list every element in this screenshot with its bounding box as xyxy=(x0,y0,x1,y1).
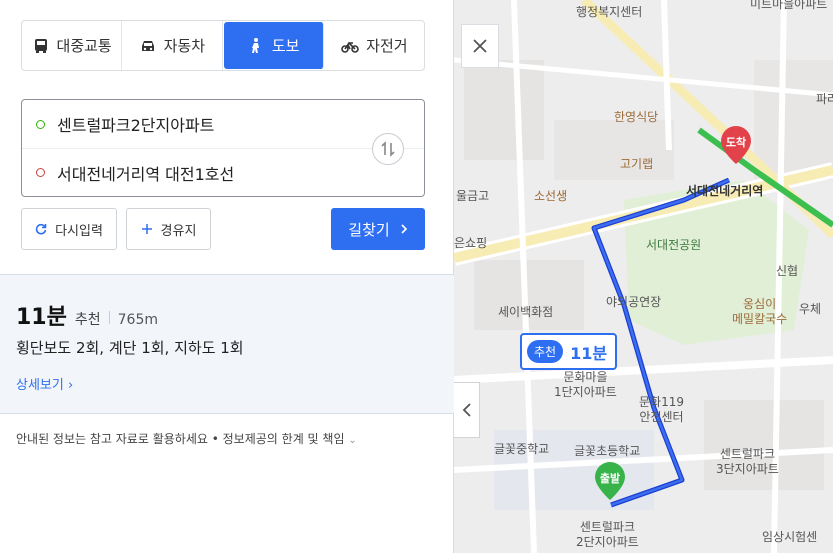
chevron-right-icon: › xyxy=(67,378,74,393)
badge-time: 11분 xyxy=(570,343,608,363)
map-label-para: 파라 xyxy=(816,92,833,106)
origin-pin[interactable]: 출발 xyxy=(594,462,626,502)
tab-label: 자동차 xyxy=(163,37,206,55)
end-value: 서대전네거리역 대전1호선 xyxy=(57,164,235,184)
start-dot-icon xyxy=(36,119,45,129)
result-summary: 11분 추천 765m xyxy=(16,299,158,331)
map-label-imsang: 임상시험센 xyxy=(762,530,818,544)
transport-mode-tabs: 대중교통 자동차 도보 자전거 xyxy=(21,20,425,71)
munhwa-line2: 1단지아파트 xyxy=(554,385,617,399)
walk-icon xyxy=(251,37,259,53)
chevron-left-icon xyxy=(462,403,471,417)
add-waypoint-button[interactable]: 경유지 xyxy=(126,208,211,250)
end-dot-icon xyxy=(36,168,45,177)
map-label-welfare: 행정복지센터 xyxy=(576,5,643,19)
origin-pin-label: 출발 xyxy=(599,472,621,485)
start-field[interactable]: 센트럴파크2단지아파트 xyxy=(22,100,424,148)
tab-transit[interactable]: 대중교통 xyxy=(22,21,123,70)
notice-text: 안내된 정보는 참고 자료로 활용하세요 xyxy=(16,432,208,446)
tab-car[interactable]: 자동차 xyxy=(122,21,223,70)
map-label-elem: 글꽃초등학교 xyxy=(574,444,641,458)
reset-button[interactable]: 다시입력 xyxy=(21,208,117,250)
map-label-park: 서대전공원 xyxy=(646,238,702,252)
disclaimer-link[interactable]: 정보제공의 한계 및 책임 xyxy=(223,432,345,446)
detail-link[interactable]: 상세보기 › xyxy=(16,374,73,393)
tab-walk[interactable]: 도보 xyxy=(223,22,324,69)
bullet-separator: • xyxy=(211,432,223,446)
search-label: 길찾기 xyxy=(348,220,390,239)
map-view[interactable]: 행정복지센터 미트마을아파트 한영식당 고기랩 서대전네거리역 울금고 소선생 … xyxy=(454,0,833,553)
central3-line2: 3단지아파트 xyxy=(716,462,779,476)
result-detail: 횡단보도 2회, 계단 1회, 지하도 1회 xyxy=(16,339,244,357)
tab-label: 대중교통 xyxy=(56,37,112,55)
fire-line2: 안전센터 xyxy=(639,410,684,424)
result-distance: 765m xyxy=(117,312,158,328)
map-label-shopping: 은쇼핑 xyxy=(454,236,488,250)
find-route-button[interactable]: 길찾기 xyxy=(331,208,425,250)
central2-line1: 센트럴파크 xyxy=(579,520,636,534)
divider xyxy=(108,311,110,324)
tab-label: 도보 xyxy=(271,37,300,55)
map-label-outdoor: 야외공연장 xyxy=(606,295,662,309)
map-label-middle: 글꽃중학교 xyxy=(494,442,550,456)
swap-arrows-icon xyxy=(381,141,395,157)
map-label-ongsim: 옹심이 메밀칼국수 xyxy=(732,297,787,327)
destination-pin-label: 도착 xyxy=(725,136,747,149)
map-label-uche: 우체 xyxy=(799,302,822,316)
fire-line1: 문화119 xyxy=(639,395,684,409)
car-icon xyxy=(141,40,154,51)
reset-label: 다시입력 xyxy=(55,223,103,239)
map-label-gogi: 고기랩 xyxy=(620,157,654,171)
swap-route-button[interactable] xyxy=(372,133,404,165)
route-result-card[interactable]: 11분 추천 765m 횡단보도 2회, 계단 1회, 지하도 1회 상세보기 … xyxy=(0,274,454,414)
ongsim-line1: 옹심이 xyxy=(743,297,777,311)
map-label-mart: 미트마을아파트 xyxy=(750,0,828,11)
map-label-sinhan: 신협 xyxy=(776,264,799,278)
detail-link-label: 상세보기 xyxy=(16,378,64,393)
plus-icon xyxy=(141,224,152,234)
waypoint-label: 경유지 xyxy=(160,223,197,239)
close-icon xyxy=(473,39,487,53)
refresh-icon xyxy=(35,223,47,235)
central3-line1: 센트럴파크 xyxy=(719,447,776,461)
destination-pin[interactable]: 도착 xyxy=(720,126,752,166)
route-input-box: 센트럴파크2단지아파트 서대전네거리역 대전1호선 xyxy=(21,99,425,197)
bus-icon xyxy=(34,38,47,53)
ongsim-line2: 메밀칼국수 xyxy=(732,312,788,326)
map-label-munhwa: 문화마을 1단지아파트 xyxy=(554,370,617,400)
map-label-sei: 세이백화점 xyxy=(498,305,554,319)
collapse-panel-button[interactable] xyxy=(454,382,480,438)
central2-line2: 2단지아파트 xyxy=(576,535,639,549)
route-actions: 다시입력 경유지 길찾기 xyxy=(21,208,425,250)
directions-panel: 대중교통 자동차 도보 자전거 센트럴파크2단지아파트 서대전네거리역 대전1호… xyxy=(0,0,454,553)
map-label-station: 서대전네거리역 xyxy=(686,184,764,198)
result-tag: 추천 xyxy=(74,312,101,328)
end-field[interactable]: 서대전네거리역 대전1호선 xyxy=(22,148,424,196)
map-label-central3: 센트럴파크 3단지아파트 xyxy=(716,447,779,477)
result-time: 11분 xyxy=(16,305,67,330)
map-label-bank: 울금고 xyxy=(456,189,490,203)
close-button[interactable] xyxy=(461,24,499,68)
tab-bicycle[interactable]: 자전거 xyxy=(325,21,424,70)
bicycle-icon xyxy=(341,41,359,53)
start-value: 센트럴파크2단지아파트 xyxy=(57,116,215,135)
tab-label: 자전거 xyxy=(366,37,408,55)
chevron-down-icon: ⌄ xyxy=(348,435,357,446)
route-time-badge[interactable]: 추천 11분 xyxy=(520,333,618,370)
chevron-right-icon xyxy=(401,224,407,234)
info-notice: 안내된 정보는 참고 자료로 활용하세요 • 정보제공의 한계 및 책임 ⌄ xyxy=(16,430,357,447)
map-label-central2: 센트럴파크 2단지아파트 xyxy=(576,520,639,550)
map-label-sosunsaeng: 소선생 xyxy=(534,189,568,203)
badge-tag: 추천 xyxy=(527,340,564,363)
map-label-hanyang: 한영식당 xyxy=(614,110,659,124)
munhwa-line1: 문화마을 xyxy=(563,370,608,384)
map-label-fire: 문화119 안전센터 xyxy=(639,395,684,425)
